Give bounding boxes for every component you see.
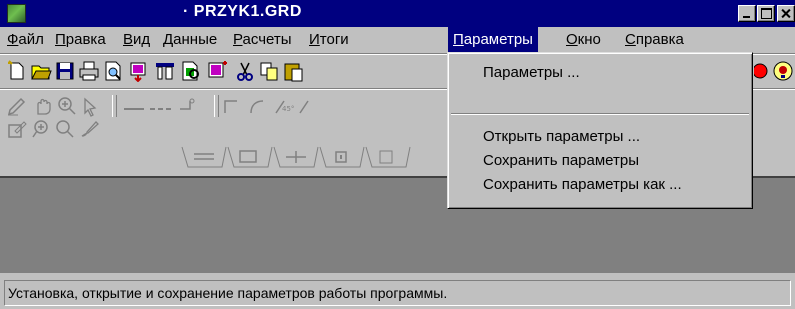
- menu-edit[interactable]: Правка: [50, 27, 111, 52]
- maximize-button[interactable]: [757, 5, 775, 22]
- menu-calculations[interactable]: Расчеты: [228, 27, 297, 52]
- zoom-in-icon[interactable]: [56, 95, 78, 117]
- menu-item-save-parameters-as[interactable]: Сохранить параметры как ...: [483, 174, 682, 196]
- app-icon[interactable]: [7, 4, 26, 23]
- find-icon[interactable]: [180, 60, 202, 82]
- copy-icon[interactable]: [258, 60, 280, 82]
- hand-pan-icon[interactable]: [32, 95, 54, 117]
- new-file-icon[interactable]: [6, 60, 28, 82]
- arc-icon[interactable]: [246, 95, 268, 117]
- tab-points[interactable]: [318, 143, 366, 173]
- open-folder-icon[interactable]: [30, 60, 52, 82]
- menu-view[interactable]: Вид: [118, 27, 155, 52]
- menu-window[interactable]: Окно: [561, 27, 606, 52]
- status-bar: Установка, открытие и сохранение парамет…: [0, 274, 795, 309]
- select-arrow-icon[interactable]: [80, 95, 102, 117]
- angle-custom-icon[interactable]: [296, 95, 318, 117]
- import-icon[interactable]: [128, 60, 150, 82]
- window-title: · PRZYK1.GRD: [183, 3, 302, 20]
- paste-icon[interactable]: [282, 60, 304, 82]
- line-solid-icon[interactable]: [120, 95, 208, 117]
- menu-file[interactable]: Файл: [2, 27, 49, 52]
- toolbar-gripper: [112, 95, 117, 117]
- menu-help[interactable]: Справка: [620, 27, 689, 52]
- save-icon[interactable]: [54, 60, 76, 82]
- tab-grid[interactable]: [364, 143, 412, 173]
- toolbar-gripper: [214, 95, 219, 117]
- dropdown-separator: [451, 113, 749, 115]
- export-icon[interactable]: [154, 60, 176, 82]
- angle-90-icon[interactable]: [220, 95, 242, 117]
- mode-tabs: [180, 143, 455, 173]
- edit-pen-icon[interactable]: [6, 95, 28, 117]
- status-text: Установка, открытие и сохранение парамет…: [4, 280, 791, 306]
- brush-icon[interactable]: [78, 118, 100, 140]
- tab-nodes[interactable]: [272, 143, 320, 173]
- zoom-plus-icon[interactable]: [30, 118, 52, 140]
- title-bar: · PRZYK1.GRD: [0, 0, 795, 27]
- help-icon[interactable]: [772, 60, 794, 82]
- minimize-button[interactable]: [738, 5, 756, 22]
- menu-bar: Файл Правка Вид Данные Расчеты Итоги Пар…: [0, 27, 795, 52]
- print-preview-icon[interactable]: [102, 60, 124, 82]
- tab-frame[interactable]: [226, 143, 274, 173]
- zoom-minus-icon[interactable]: [54, 118, 76, 140]
- menu-item-save-parameters[interactable]: Сохранить параметры: [483, 150, 639, 172]
- cut-icon[interactable]: [234, 60, 256, 82]
- menu-totals[interactable]: Итоги: [304, 27, 354, 52]
- parameters-dropdown: Параметры ... Открыть параметры ... Сохр…: [447, 52, 753, 209]
- insert-icon[interactable]: [206, 60, 228, 82]
- svg-text:45°: 45°: [282, 105, 294, 113]
- menu-item-open-parameters[interactable]: Открыть параметры ...: [483, 126, 640, 148]
- menu-parameters[interactable]: Параметры: [448, 27, 538, 52]
- tab-lines[interactable]: [180, 143, 228, 173]
- menu-item-parameters[interactable]: Параметры ...: [483, 62, 580, 84]
- print-icon[interactable]: [78, 60, 100, 82]
- edit-table-icon[interactable]: [6, 118, 28, 140]
- close-button[interactable]: [777, 5, 795, 22]
- angle-45-icon[interactable]: 45°: [272, 95, 294, 117]
- menu-data[interactable]: Данные: [158, 27, 222, 52]
